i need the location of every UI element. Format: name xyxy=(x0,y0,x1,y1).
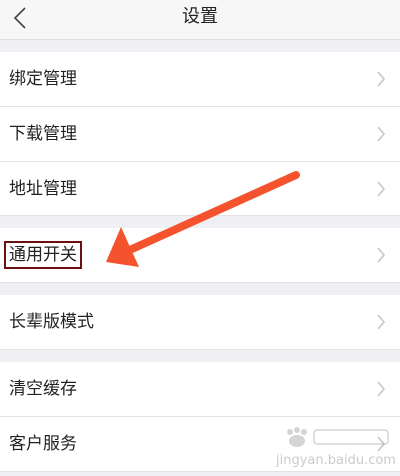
nav-bar: 设置 xyxy=(0,0,400,40)
menu-item-label: 清空缓存 xyxy=(9,379,77,399)
menu-item-label: 地址管理 xyxy=(9,178,77,199)
chevron-right-icon xyxy=(377,314,386,330)
menu-item-label: 通用开关 xyxy=(4,241,82,269)
section-gap xyxy=(0,40,400,52)
menu-item-downloads[interactable]: 下载管理 xyxy=(0,107,400,162)
section-gap xyxy=(0,216,400,228)
chevron-right-icon xyxy=(377,436,386,452)
menu-item-label: 客户服务 xyxy=(9,434,77,454)
page-title: 设置 xyxy=(182,6,218,27)
menu-item-label: 绑定管理 xyxy=(9,69,77,89)
menu-item-elder-mode[interactable]: 长辈版模式 xyxy=(0,295,400,350)
menu-item-label: 下载管理 xyxy=(9,124,77,144)
chevron-right-icon xyxy=(377,71,386,87)
section-gap xyxy=(0,350,400,362)
menu-item-customer-service[interactable]: 客户服务 xyxy=(0,417,400,472)
menu-item-label: 长辈版模式 xyxy=(9,312,94,332)
menu-item-address[interactable]: 地址管理 xyxy=(0,162,400,216)
chevron-right-icon xyxy=(377,180,386,197)
section-gap xyxy=(0,283,400,295)
menu-item-clear-cache[interactable]: 清空缓存 xyxy=(0,362,400,417)
section-gap xyxy=(0,472,400,476)
menu-item-binding[interactable]: 绑定管理 xyxy=(0,52,400,107)
menu-item-general-switches[interactable]: 通用开关 xyxy=(0,228,400,283)
chevron-right-icon xyxy=(377,126,386,142)
chevron-right-icon xyxy=(377,381,386,397)
chevron-right-icon xyxy=(377,247,386,263)
